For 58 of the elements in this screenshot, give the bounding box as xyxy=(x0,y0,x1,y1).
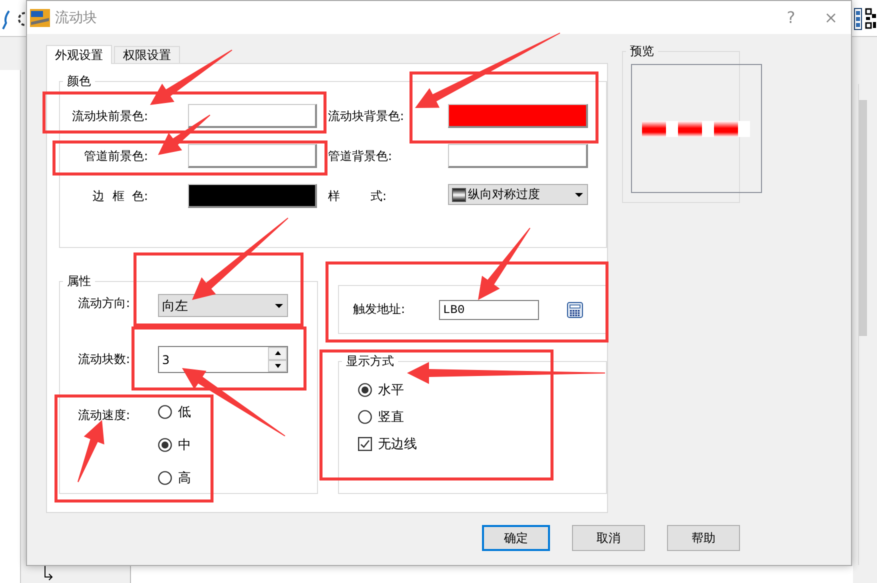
radio-button[interactable] xyxy=(158,471,172,485)
radio-button[interactable] xyxy=(158,405,172,419)
dialog-button[interactable]: 确定 xyxy=(482,525,550,551)
field-label: 边 框 色: xyxy=(92,188,148,205)
corner-arrow-icon xyxy=(42,566,54,582)
up-arrow-icon xyxy=(272,349,282,358)
field-label: 管道前景色: xyxy=(82,148,148,165)
gradient-icon xyxy=(452,188,466,202)
field-label: 流动块数: xyxy=(78,351,132,368)
style-dropdown[interactable]: 纵向对称过度 xyxy=(448,184,588,205)
color-swatch[interactable] xyxy=(188,104,317,128)
dialog-button[interactable]: 取消 xyxy=(572,525,645,551)
color-swatch[interactable] xyxy=(448,144,588,168)
spin-down-button[interactable] xyxy=(268,360,287,372)
close-button[interactable]: × xyxy=(811,1,851,34)
app-logo-icon xyxy=(30,8,50,26)
option-label: 水平 xyxy=(378,382,404,399)
field-label: 管道背景色: xyxy=(328,148,394,165)
field-label: 流动块前景色: xyxy=(70,108,148,125)
radio-button[interactable] xyxy=(358,383,372,397)
grid-icon[interactable] xyxy=(854,8,862,30)
annotation-arrow xyxy=(78,420,104,482)
pen-icon[interactable] xyxy=(1,10,11,30)
field-label: 流动方向: xyxy=(78,294,132,312)
gear-icon[interactable] xyxy=(16,10,28,28)
color-swatch[interactable] xyxy=(448,104,588,128)
color-swatch[interactable] xyxy=(188,144,317,168)
spin-up-button[interactable] xyxy=(268,347,287,360)
option-label: 高 xyxy=(178,470,191,487)
group-title: 颜色 xyxy=(66,73,92,89)
group-title: 显示方式 xyxy=(345,353,395,369)
scrollbar-thumb[interactable] xyxy=(859,100,867,336)
calculator-icon[interactable] xyxy=(567,302,584,318)
option-label: 竖直 xyxy=(378,409,404,426)
group-title: 属性 xyxy=(66,273,92,289)
tab[interactable]: 外观设置 xyxy=(46,45,112,64)
field-label: 样 式: xyxy=(328,188,388,205)
color-swatch[interactable] xyxy=(188,184,317,208)
radio-button[interactable] xyxy=(358,410,372,424)
option-label: 无边线 xyxy=(378,436,417,453)
address-field[interactable]: LB0 xyxy=(439,300,540,320)
tab[interactable]: 权限设置 xyxy=(114,46,180,63)
field-label: 流动块背景色: xyxy=(328,108,406,125)
checkbox[interactable] xyxy=(358,437,372,451)
field-label: 流动速度: xyxy=(78,407,132,424)
option-label: 低 xyxy=(178,404,191,421)
group-title: 预览 xyxy=(629,43,655,59)
down-arrow-icon xyxy=(272,362,282,370)
window-title: 流动块 xyxy=(55,8,98,26)
field-label: 触发地址: xyxy=(353,301,406,318)
help-button[interactable]: ? xyxy=(771,1,811,34)
dialog-button[interactable]: 帮助 xyxy=(667,525,740,551)
radio-button[interactable] xyxy=(158,438,172,452)
number-field[interactable]: 3 xyxy=(158,346,288,373)
qr-code-icon[interactable] xyxy=(865,8,877,30)
option-label: 中 xyxy=(178,437,191,454)
direction-dropdown[interactable]: 向左 xyxy=(158,294,288,317)
annotation-arrow xyxy=(158,114,210,155)
